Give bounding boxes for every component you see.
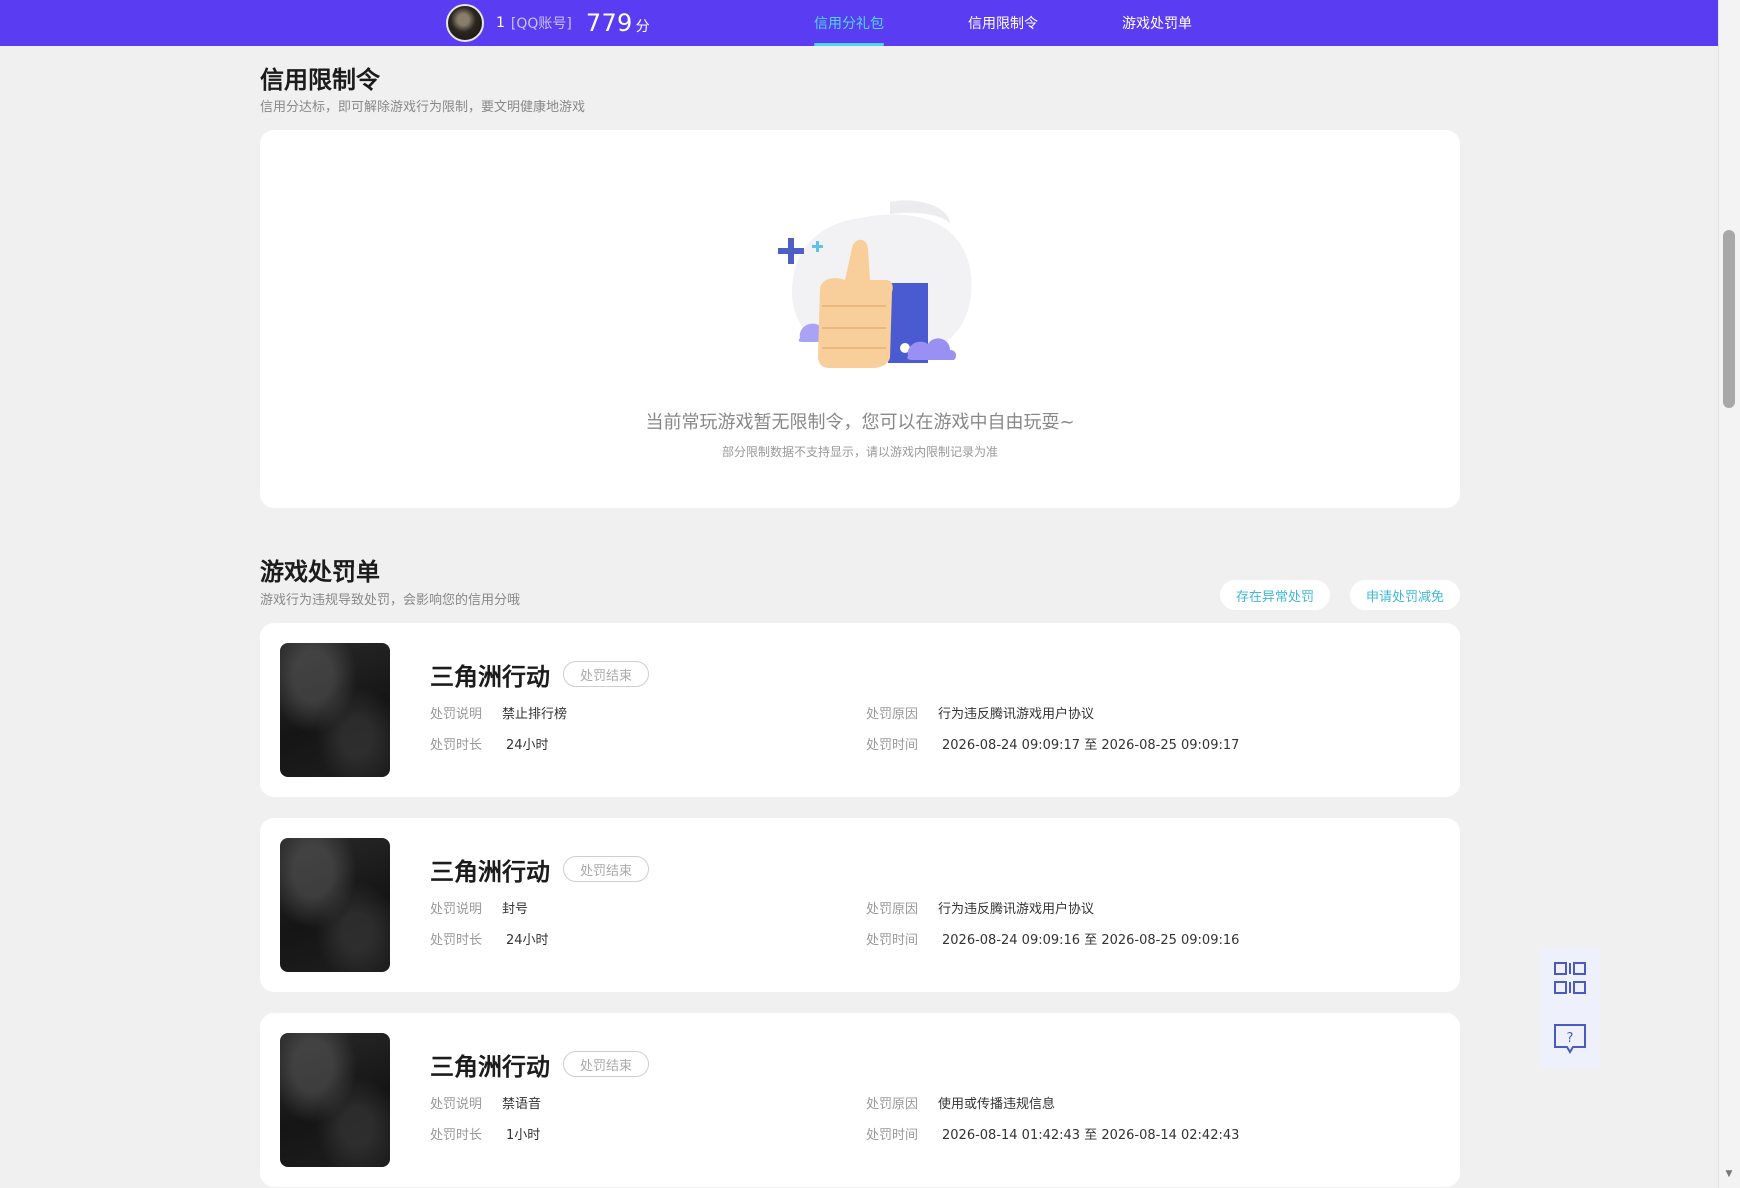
apply-reduction-button[interactable]: 申请处罚减免	[1350, 580, 1460, 610]
game-name: 三角洲行动	[430, 1053, 550, 1081]
duration-label: 处罚时长	[430, 738, 483, 753]
reason-value: 使用或传播违规信息	[938, 1097, 1056, 1112]
thumbs-up-illustration-icon	[778, 200, 972, 368]
avatar[interactable]	[446, 4, 484, 42]
penalty-section-title: 游戏处罚单	[260, 558, 380, 586]
description-value: 封号	[502, 902, 529, 917]
penalty-card[interactable]: 三角洲行动 处罚结束 处罚说明 禁止排行榜 处罚时长 24小时 处罚原因 行为违…	[260, 623, 1460, 797]
status-badge: 处罚结束	[563, 661, 649, 687]
empty-state-message: 当前常玩游戏暂无限制令，您可以在游戏中自由玩耍~	[645, 412, 1075, 433]
top-nav-bar: 1 [QQ账号] 779 分 信用分礼包 信用限制令 游戏处罚单	[0, 0, 1718, 46]
game-name: 三角洲行动	[430, 663, 550, 691]
time-value: 2026-08-24 09:09:17 至 2026-08-25 09:09:1…	[942, 738, 1240, 753]
game-name: 三角洲行动	[430, 858, 550, 886]
help-feedback-button[interactable]: ?	[1540, 1008, 1600, 1068]
game-thumbnail	[280, 643, 390, 777]
reason-value: 行为违反腾讯游戏用户协议	[938, 707, 1095, 722]
scrollbar-track[interactable]	[1718, 0, 1740, 1188]
game-thumbnail	[280, 1033, 390, 1167]
description-label: 处罚说明	[430, 707, 483, 722]
status-badge: 处罚结束	[563, 856, 649, 882]
duration-label: 处罚时长	[430, 933, 483, 948]
status-badge: 处罚结束	[563, 1051, 649, 1077]
tab-game-penalty[interactable]: 游戏处罚单	[1122, 0, 1192, 46]
reason-value: 行为违反腾讯游戏用户协议	[938, 902, 1095, 917]
reason-label: 处罚原因	[866, 707, 919, 722]
time-label: 处罚时间	[866, 738, 919, 753]
time-value: 2026-08-14 01:42:43 至 2026-08-14 02:42:4…	[942, 1128, 1240, 1143]
description-label: 处罚说明	[430, 902, 483, 917]
credit-score: 779	[585, 9, 633, 37]
description-value: 禁语音	[502, 1097, 542, 1112]
restriction-panel: 当前常玩游戏暂无限制令，您可以在游戏中自由玩耍~ 部分限制数据不支持显示，请以游…	[260, 130, 1460, 508]
penalty-section-subtitle: 游戏行为违规导致处罚，会影响您的信用分哦	[260, 593, 521, 608]
penalty-card[interactable]: 三角洲行动 处罚结束 处罚说明 封号 处罚时长 24小时 处罚原因 行为违反腾讯…	[260, 818, 1460, 992]
user-id: 1	[496, 15, 505, 31]
penalty-card[interactable]: 三角洲行动 处罚结束 处罚说明 禁语音 处罚时长 1小时 处罚原因 使用或传播违…	[260, 1013, 1460, 1187]
credit-score-unit: 分	[635, 19, 650, 35]
dispute-penalty-button[interactable]: 存在异常处罚	[1220, 580, 1330, 610]
restriction-section-subtitle: 信用分达标，即可解除游戏行为限制，要文明健康地游戏	[260, 100, 586, 115]
qr-code-icon	[1554, 962, 1586, 994]
duration-value: 24小时	[506, 933, 549, 948]
help-chat-icon: ?	[1554, 1024, 1586, 1054]
svg-text:?: ?	[1567, 1031, 1574, 1046]
duration-value: 24小时	[506, 738, 549, 753]
time-value: 2026-08-24 09:09:16 至 2026-08-25 09:09:1…	[942, 933, 1240, 948]
duration-value: 1小时	[506, 1128, 541, 1143]
reason-label: 处罚原因	[866, 1097, 919, 1112]
scrollbar-thumb[interactable]	[1723, 230, 1735, 408]
qr-code-button[interactable]	[1540, 948, 1600, 1008]
description-label: 处罚说明	[430, 1097, 483, 1112]
description-value: 禁止排行榜	[502, 707, 568, 722]
game-thumbnail	[280, 838, 390, 972]
empty-state-note: 部分限制数据不支持显示，请以游戏内限制记录为准	[721, 445, 998, 459]
time-label: 处罚时间	[866, 1128, 919, 1143]
account-type: [QQ账号]	[510, 16, 572, 32]
time-label: 处罚时间	[866, 933, 919, 948]
reason-label: 处罚原因	[866, 902, 919, 917]
restriction-section-title: 信用限制令	[260, 66, 380, 94]
duration-label: 处罚时长	[430, 1128, 483, 1143]
tab-credit-gift[interactable]: 信用分礼包	[814, 0, 884, 46]
tab-credit-restriction[interactable]: 信用限制令	[968, 0, 1038, 46]
scroll-down-arrow-icon[interactable]: ▼	[1724, 1170, 1734, 1179]
user-info: 1 [QQ账号] 779 分	[446, 0, 650, 46]
